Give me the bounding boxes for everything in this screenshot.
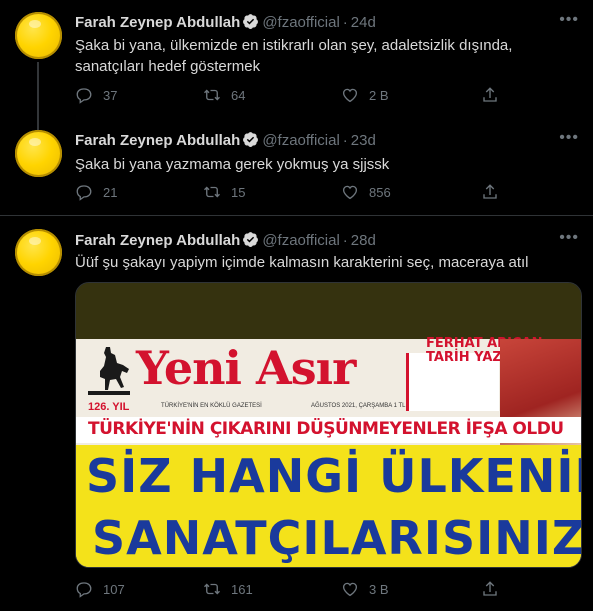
retweet-button[interactable]: 161 (203, 580, 253, 598)
reply-count: 21 (103, 184, 118, 200)
tweet-actions: 21 15 856 (75, 183, 515, 205)
reply-button[interactable]: 21 (75, 183, 117, 201)
more-icon[interactable]: ••• (559, 11, 579, 29)
verified-icon (242, 13, 259, 34)
retweet-icon (204, 583, 220, 595)
reply-icon (76, 582, 92, 598)
more-icon[interactable]: ••• (559, 129, 579, 147)
retweet-button[interactable]: 15 (203, 183, 245, 201)
big-headline-line-2: SANATÇILARISINIZ (92, 511, 582, 565)
handle[interactable]: @fzaofficial (262, 14, 339, 31)
share-icon (483, 87, 497, 102)
verified-icon (242, 131, 259, 152)
verified-icon (242, 231, 259, 252)
timestamp[interactable]: 24d (351, 14, 376, 31)
thread-line (37, 62, 39, 130)
like-count: 2 B (369, 87, 389, 103)
avatar[interactable] (15, 12, 62, 59)
tweet-text: Üüf şu şakayı yapiym içimde kalmasın kar… (75, 254, 529, 271)
tweet-header: Farah Zeynep Abdullah @fzaofficial · 24d (75, 13, 376, 34)
share-button[interactable] (481, 183, 509, 201)
avatar[interactable] (15, 229, 62, 276)
tweet-text: Şaka bi yana, ülkemizde en istikrarlı ol… (75, 37, 513, 75)
big-headline-line-1: SİZ HANGİ ÜLKENİN (86, 449, 582, 503)
like-button[interactable]: 2 B (341, 86, 389, 104)
media-top-band (76, 283, 581, 339)
tweet-header: Farah Zeynep Abdullah @fzaofficial · 28d (75, 231, 376, 252)
display-name[interactable]: Farah Zeynep Abdullah (75, 232, 240, 249)
display-name[interactable]: Farah Zeynep Abdullah (75, 132, 240, 149)
share-icon (483, 581, 497, 596)
retweet-icon (204, 89, 220, 101)
newspaper-year: 126. YIL (88, 401, 130, 413)
avatar[interactable] (15, 130, 62, 177)
handle[interactable]: @fzaofficial (262, 232, 339, 249)
tweet-actions: 107 161 3 B (75, 580, 515, 602)
reply-icon (76, 88, 92, 104)
like-icon (342, 582, 358, 597)
reply-button[interactable]: 107 (75, 580, 125, 598)
display-name[interactable]: Farah Zeynep Abdullah (75, 14, 240, 31)
like-button[interactable]: 856 (341, 183, 391, 201)
newspaper-date: AĞUSTOS 2021, ÇARŞAMBA 1 TL (311, 403, 406, 409)
reply-count: 107 (103, 581, 125, 597)
separator: · (342, 14, 348, 31)
retweet-count: 15 (231, 184, 246, 200)
tweet-header: Farah Zeynep Abdullah @fzaofficial · 23d (75, 131, 376, 152)
separator: · (342, 232, 348, 249)
more-icon[interactable]: ••• (559, 229, 579, 247)
like-icon (342, 88, 358, 103)
red-headline: TÜRKİYE'NİN ÇIKARINI DÜŞÜNMEYENLER İFŞA … (88, 419, 564, 439)
separator: · (342, 132, 348, 149)
like-count: 3 B (369, 581, 389, 597)
tweet-actions: 37 64 2 B (75, 86, 515, 108)
timestamp[interactable]: 23d (351, 132, 376, 149)
handle[interactable]: @fzaofficial (262, 132, 339, 149)
reply-count: 37 (103, 87, 118, 103)
timestamp[interactable]: 28d (351, 232, 376, 249)
horse-rider-logo (88, 347, 130, 395)
retweet-count: 161 (231, 581, 253, 597)
newspaper-front-page: Yeni Asır 126. YIL TÜRKİYE'NİN EN KÖKLÜ … (76, 337, 582, 567)
like-button[interactable]: 3 B (341, 580, 389, 598)
retweet-button[interactable]: 64 (203, 86, 245, 104)
tweet-text: Şaka bi yana yazmama gerek yokmuş ya sjj… (75, 156, 390, 173)
retweet-icon (204, 186, 220, 198)
like-count: 856 (369, 184, 391, 200)
tweet-divider (0, 215, 593, 216)
retweet-count: 64 (231, 87, 246, 103)
newspaper-subline: TÜRKİYE'NİN EN KÖKLÜ GAZETESİ (161, 403, 262, 409)
share-icon (483, 184, 497, 199)
tweet-media-image[interactable]: Yeni Asır 126. YIL TÜRKİYE'NİN EN KÖKLÜ … (75, 282, 582, 568)
like-icon (342, 185, 358, 200)
reply-icon (76, 185, 92, 201)
share-button[interactable] (481, 580, 509, 598)
reply-button[interactable]: 37 (75, 86, 117, 104)
newspaper-masthead: Yeni Asır (136, 341, 356, 395)
share-button[interactable] (481, 86, 509, 104)
